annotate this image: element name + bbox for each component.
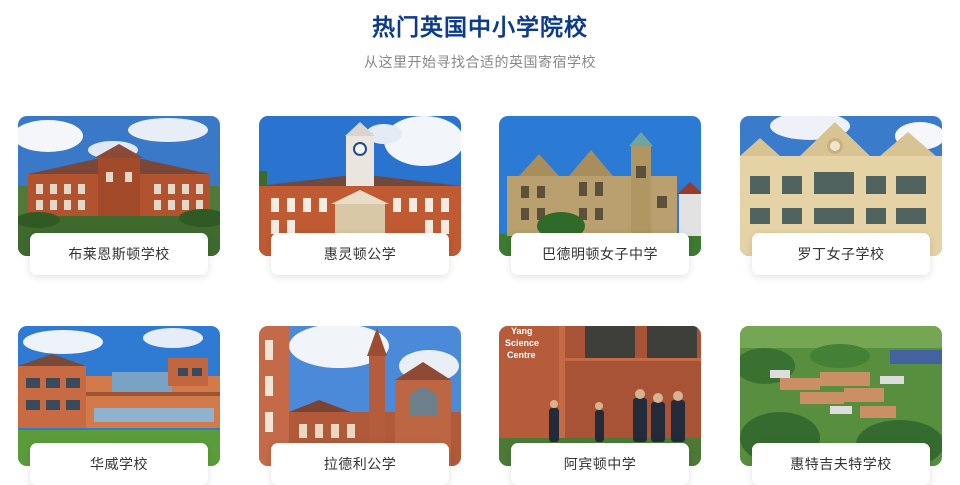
science-sign-text: Yang [511,326,533,336]
school-name[interactable]: 惠特吉夫特学校 [752,443,930,485]
school-card[interactable]: 拉德利公学 [259,326,461,485]
school-name[interactable]: 罗丁女子学校 [752,233,930,275]
school-card[interactable]: 华威学校 [18,326,220,485]
school-name[interactable]: 拉德利公学 [271,443,449,485]
school-name[interactable]: 阿宾顿中学 [511,443,689,485]
school-card[interactable]: 惠特吉夫特学校 [740,326,942,485]
school-card[interactable]: 布莱恩斯顿学校 [18,116,220,276]
science-sign-text: Centre [507,350,536,360]
school-name[interactable]: 巴德明顿女子中学 [511,233,689,275]
school-card[interactable]: Yang Science Centre 阿宾顿中学 [499,326,701,485]
page-subtitle: 从这里开始寻找合适的英国寄宿学校 [364,55,596,71]
school-card[interactable]: 惠灵顿公学 [259,116,461,276]
school-name[interactable]: 布莱恩斯顿学校 [30,233,208,275]
school-card[interactable]: 巴德明顿女子中学 [499,116,701,276]
science-sign-text: Science [505,338,539,348]
school-name[interactable]: 华威学校 [30,443,208,485]
school-name[interactable]: 惠灵顿公学 [271,233,449,275]
school-card[interactable]: 罗丁女子学校 [740,116,942,276]
page-title: 热门英国中小学院校 [372,15,588,41]
